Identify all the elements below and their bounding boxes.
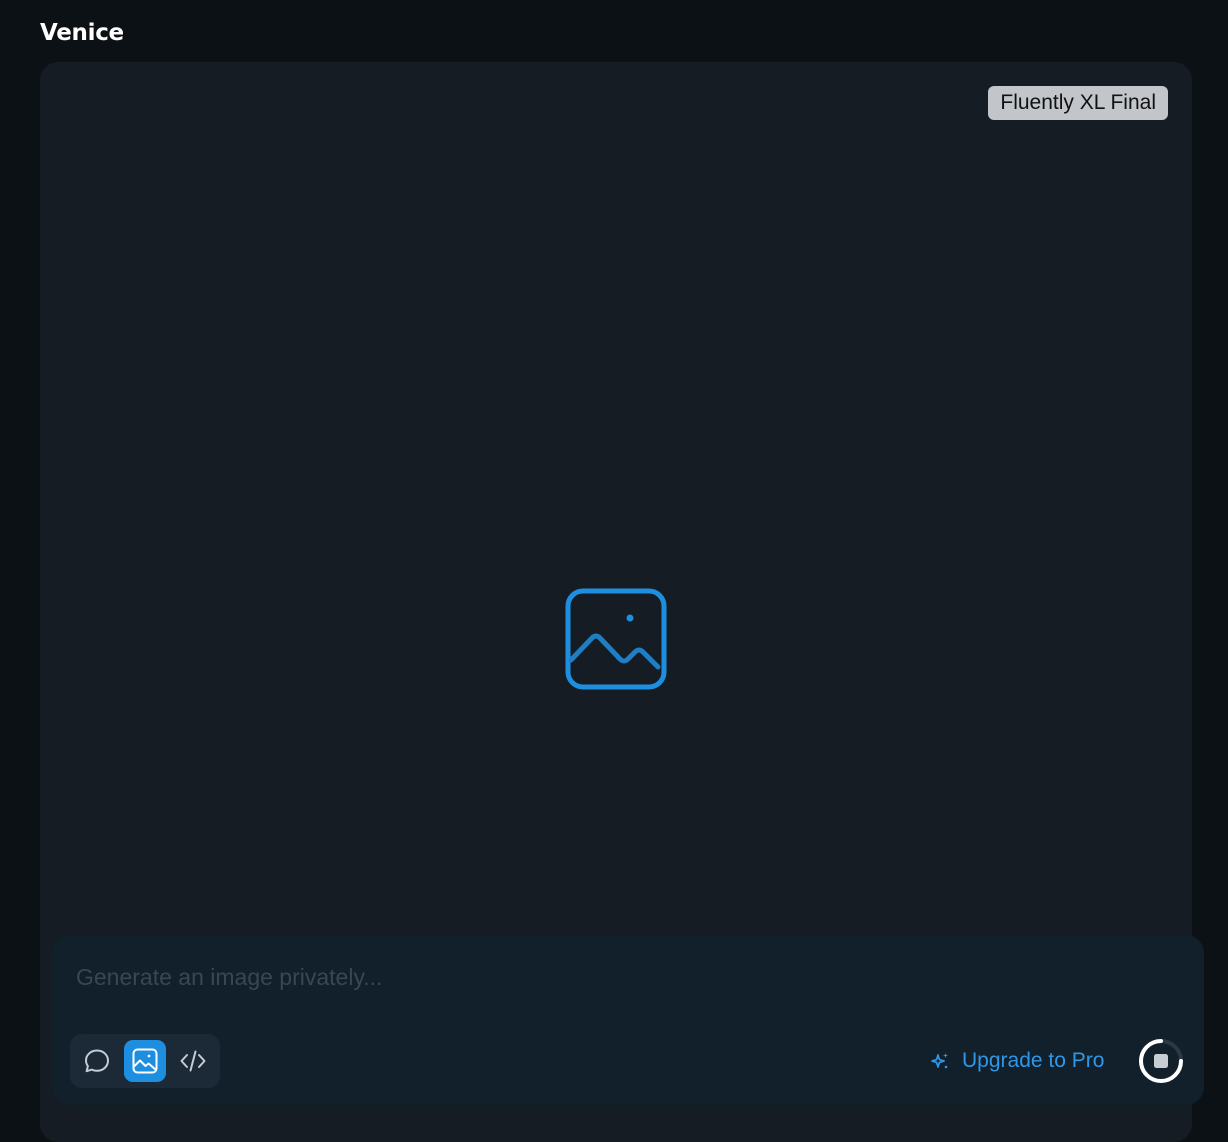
- prompt-bar: Upgrade to Pro: [52, 935, 1204, 1105]
- upgrade-to-pro-link[interactable]: Upgrade to Pro: [930, 1047, 1104, 1075]
- model-badge[interactable]: Fluently XL Final: [988, 86, 1168, 120]
- image-icon: [132, 1048, 158, 1074]
- stop-icon: [1154, 1054, 1168, 1068]
- code-mode-button[interactable]: [172, 1040, 214, 1082]
- mode-switcher: [70, 1034, 220, 1088]
- app-title: Venice: [40, 20, 124, 46]
- stop-button[interactable]: [1138, 1038, 1184, 1084]
- image-icon: [565, 588, 667, 690]
- upgrade-label: Upgrade to Pro: [962, 1049, 1105, 1072]
- sparkles-icon: [931, 1053, 948, 1069]
- image-mode-button[interactable]: [124, 1040, 166, 1082]
- prompt-input[interactable]: [76, 957, 1076, 997]
- chat-mode-button[interactable]: [76, 1040, 118, 1082]
- code-icon: [180, 1050, 206, 1072]
- chat-bubble-icon: [85, 1049, 109, 1073]
